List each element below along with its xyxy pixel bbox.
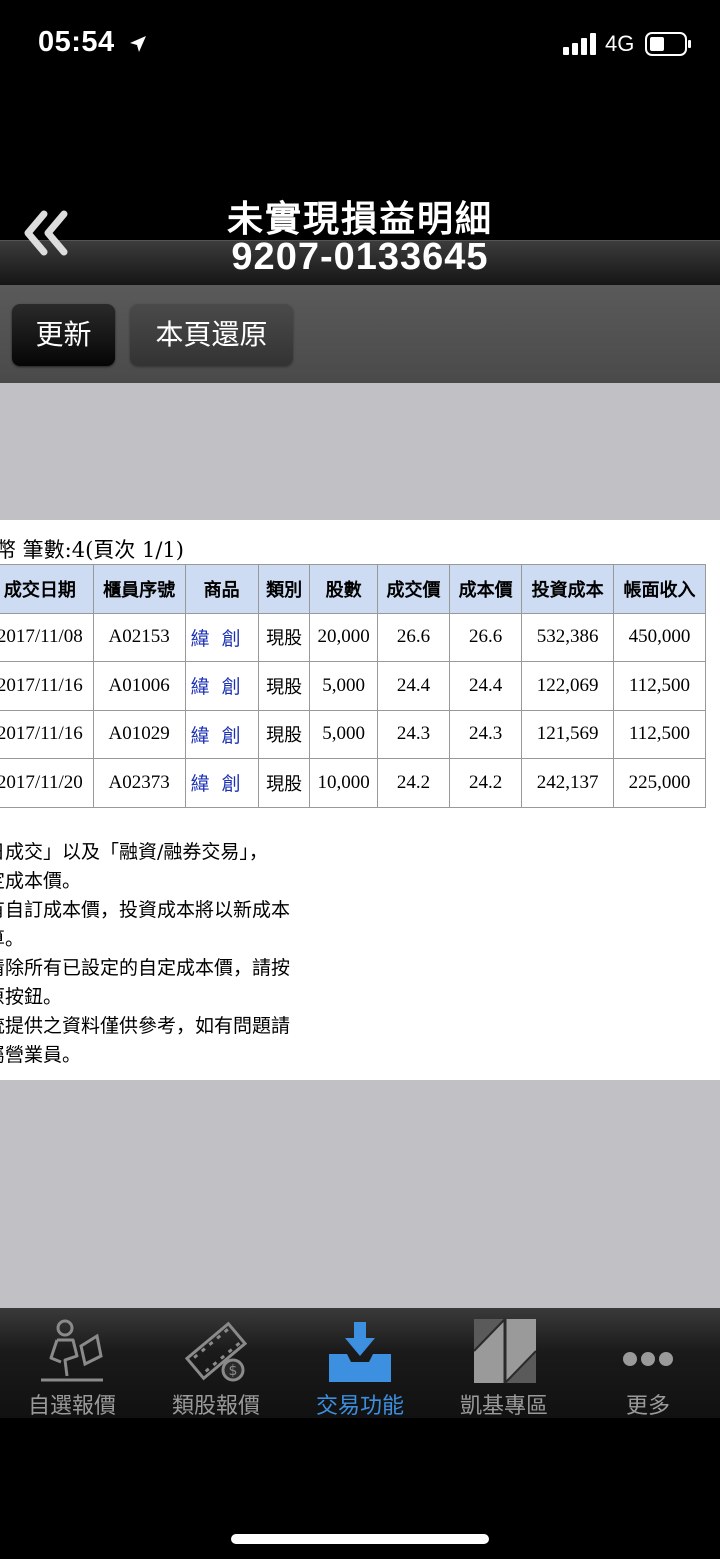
kgi-logo-icon bbox=[473, 1318, 537, 1384]
cell-invest-cost: 122,069 bbox=[521, 661, 615, 711]
back-chevron-icon[interactable] bbox=[20, 208, 76, 258]
cell-type: 現股 bbox=[257, 661, 311, 711]
col-header-shares[interactable]: 股數 bbox=[309, 564, 378, 614]
top-spacer bbox=[0, 383, 720, 520]
cell-product-link[interactable]: 緯創 bbox=[184, 758, 259, 808]
tab-bar: 自選報價 $ 類股報價 交易功能 凱基專區 更多 bbox=[0, 1308, 720, 1419]
cell-type: 現股 bbox=[257, 758, 311, 808]
cell-book-income: 112,500 bbox=[613, 709, 706, 759]
col-header-cost-price[interactable]: 成本價 bbox=[449, 564, 523, 614]
home-indicator[interactable] bbox=[231, 1534, 489, 1544]
tab-label: 凱基專區 bbox=[459, 1394, 548, 1419]
col-header-type[interactable]: 類別 bbox=[257, 564, 311, 614]
tab-kgi-zone[interactable]: 凱基專區 bbox=[432, 1308, 576, 1419]
tab-label: 類股報價 bbox=[171, 1394, 260, 1419]
col-header-book-income[interactable]: 帳面收入 bbox=[613, 564, 706, 614]
cell-shares: 20,000 bbox=[309, 612, 378, 662]
cell-type: 現股 bbox=[257, 709, 311, 759]
cell-shares: 10,000 bbox=[309, 758, 378, 808]
page-title: 未實現損益明細 bbox=[226, 199, 493, 240]
cell-clerk-no: A01006 bbox=[92, 661, 186, 711]
cell-clerk-no: A01029 bbox=[92, 709, 186, 759]
notes-block: 日成交」以及「融資/融券交易」， 定成本價。 有自訂成本價，投資成本將以新成本 … bbox=[0, 838, 290, 1070]
table-header-row: 成交日期 櫃員序號 商品 類別 股數 成交價 成本價 投資成本 帳面收入 bbox=[0, 564, 706, 614]
svg-text:$: $ bbox=[229, 1363, 238, 1379]
more-dots-icon bbox=[623, 1352, 673, 1366]
col-header-trade-price[interactable]: 成交價 bbox=[376, 564, 451, 614]
cell-shares: 5,000 bbox=[309, 709, 378, 759]
location-arrow-icon bbox=[130, 36, 146, 52]
note-line: 有自訂成本價，投資成本將以新成本 bbox=[0, 899, 291, 921]
film-dollar-icon: $ bbox=[184, 1321, 248, 1382]
toolbar: 更新 本頁還原 bbox=[0, 285, 720, 383]
person-quote-icon bbox=[41, 1319, 103, 1382]
cell-trade-date: 2017/11/08 bbox=[0, 612, 94, 662]
cell-type: 現股 bbox=[257, 612, 311, 662]
refresh-button[interactable]: 更新 bbox=[12, 304, 115, 366]
note-line: 清除所有已設定的自定成本價，請按 bbox=[0, 957, 291, 979]
cell-cost-price[interactable]: 24.3 bbox=[449, 709, 523, 759]
cell-cost-price[interactable]: 24.2 bbox=[449, 758, 523, 808]
table-row: 2017/11/08 A02153 緯創 現股 20,000 26.6 26.6… bbox=[0, 612, 706, 662]
tab-sector-quotes[interactable]: $ 類股報價 bbox=[144, 1308, 288, 1419]
note-line: 屬營業員。 bbox=[0, 1044, 82, 1066]
note-line: 定成本價。 bbox=[0, 870, 82, 892]
restore-page-button[interactable]: 本頁還原 bbox=[130, 304, 293, 366]
status-bar: 05:54 4G bbox=[0, 0, 720, 90]
network-type: 4G bbox=[605, 31, 635, 56]
col-header-product[interactable]: 商品 bbox=[184, 564, 259, 614]
col-header-trade-date[interactable]: 成交日期 bbox=[0, 564, 94, 614]
cell-trade-date: 2017/11/16 bbox=[0, 709, 94, 759]
cell-book-income: 450,000 bbox=[613, 612, 706, 662]
note-line: 統提供之資料僅供參考，如有問題請 bbox=[0, 1015, 291, 1037]
table-row: 2017/11/16 A01006 緯創 現股 5,000 24.4 24.4 … bbox=[0, 661, 706, 711]
cell-trade-price: 24.2 bbox=[376, 758, 451, 808]
table-row: 2017/11/20 A02373 緯創 現股 10,000 24.2 24.2… bbox=[0, 758, 706, 808]
tab-watchlist[interactable]: 自選報價 bbox=[0, 1308, 144, 1419]
account-number: 9207-0133645 bbox=[231, 236, 489, 278]
note-line: 算。 bbox=[0, 928, 25, 950]
cell-clerk-no: A02373 bbox=[92, 758, 186, 808]
cell-book-income: 112,500 bbox=[613, 661, 706, 711]
cell-book-income: 225,000 bbox=[613, 758, 706, 808]
tab-trading[interactable]: 交易功能 bbox=[288, 1308, 432, 1419]
record-summary: 幣 筆數:4(頁次 1/1) bbox=[0, 538, 184, 562]
cell-invest-cost: 532,386 bbox=[521, 612, 615, 662]
tab-label: 更多 bbox=[625, 1394, 670, 1419]
tab-label: 交易功能 bbox=[315, 1394, 404, 1419]
cell-cost-price[interactable]: 26.6 bbox=[449, 612, 523, 662]
cell-product-link[interactable]: 緯創 bbox=[184, 661, 259, 711]
cell-cost-price[interactable]: 24.4 bbox=[449, 661, 523, 711]
battery-icon bbox=[645, 32, 691, 56]
cell-trade-price: 26.6 bbox=[376, 612, 451, 662]
note-line: 原按鈕。 bbox=[0, 986, 63, 1008]
status-time: 05:54 bbox=[38, 26, 115, 58]
content-area: 幣 筆數:4(頁次 1/1) 成交日期 櫃員序號 商品 類別 股數 成交價 成本… bbox=[0, 520, 720, 1080]
table-row: 2017/11/16 A01029 緯創 現股 5,000 24.3 24.3 … bbox=[0, 709, 706, 759]
cell-clerk-no: A02153 bbox=[92, 612, 186, 662]
col-header-invest-cost[interactable]: 投資成本 bbox=[521, 564, 615, 614]
cell-product-link[interactable]: 緯創 bbox=[184, 709, 259, 759]
cell-trade-date: 2017/11/20 bbox=[0, 758, 94, 808]
cell-invest-cost: 121,569 bbox=[521, 709, 615, 759]
app-header: 未實現損益明細 9207-0133645 bbox=[0, 90, 720, 285]
cell-trade-price: 24.4 bbox=[376, 661, 451, 711]
unrealized-pnl-table: 成交日期 櫃員序號 商品 類別 股數 成交價 成本價 投資成本 帳面收入 201… bbox=[0, 564, 706, 808]
signal-icon bbox=[563, 33, 596, 55]
cell-trade-date: 2017/11/16 bbox=[0, 661, 94, 711]
tab-more[interactable]: 更多 bbox=[576, 1308, 720, 1419]
tray-download-icon bbox=[329, 1322, 391, 1382]
bottom-spacer bbox=[0, 1080, 720, 1308]
tab-label: 自選報價 bbox=[27, 1394, 116, 1419]
cell-shares: 5,000 bbox=[309, 661, 378, 711]
cell-trade-price: 24.3 bbox=[376, 709, 451, 759]
note-line: 日成交」以及「融資/融券交易」， bbox=[0, 841, 268, 863]
cell-invest-cost: 242,137 bbox=[521, 758, 615, 808]
col-header-clerk-no[interactable]: 櫃員序號 bbox=[92, 564, 186, 614]
cell-product-link[interactable]: 緯創 bbox=[184, 612, 259, 662]
